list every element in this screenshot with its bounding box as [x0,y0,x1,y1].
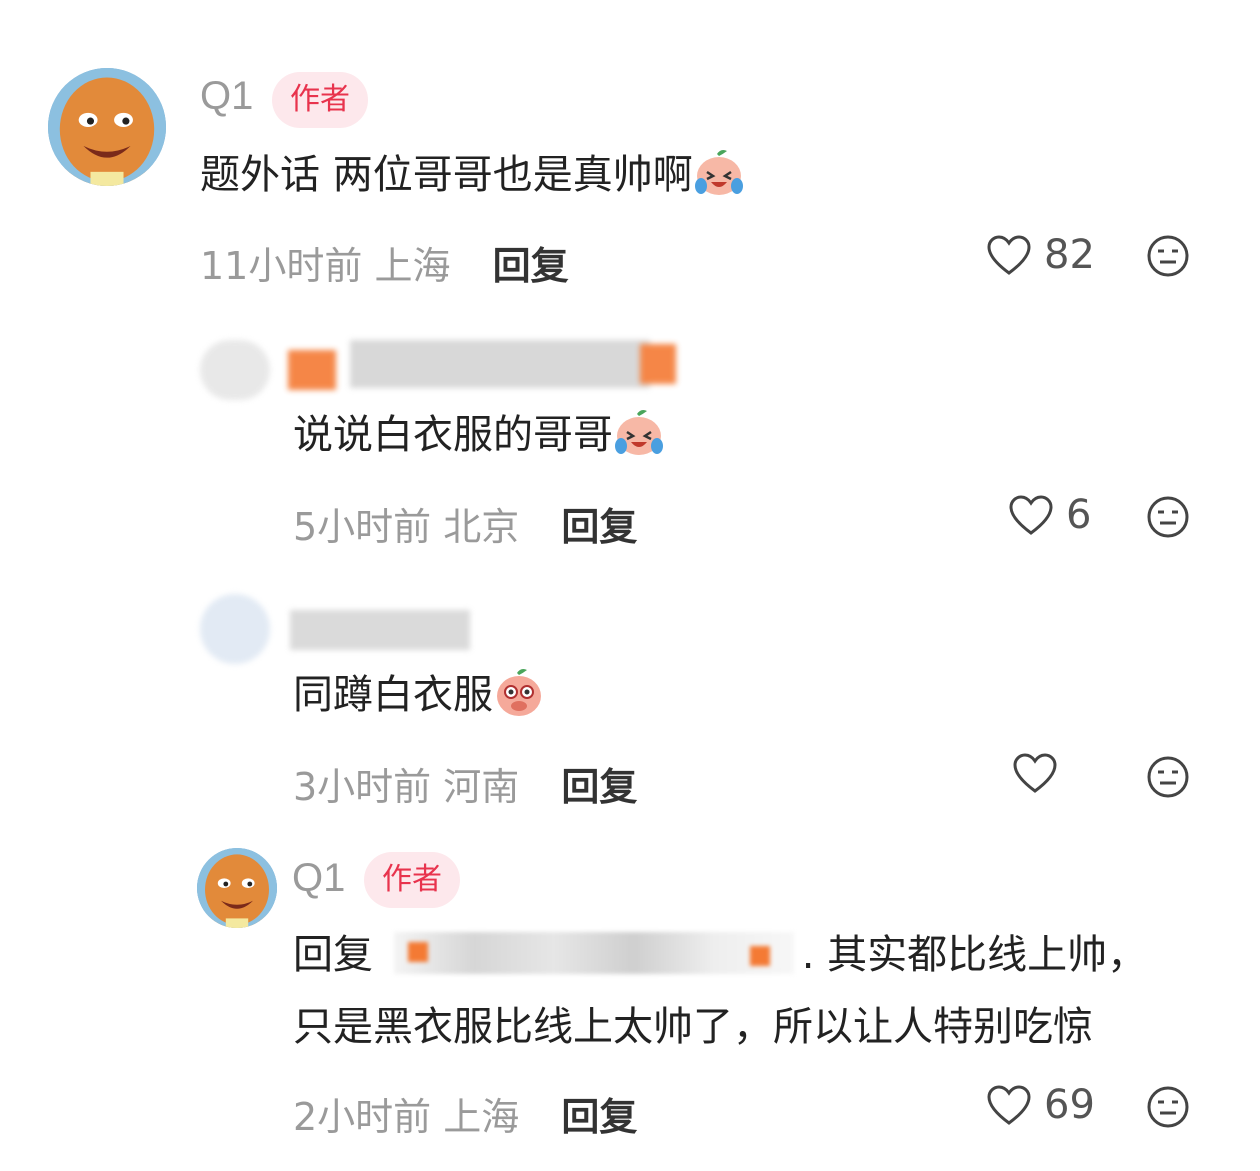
reply-button[interactable]: 回复 [493,244,569,288]
reply-item: 同蹲白衣服 3小时前 河南 回复 [0,560,1260,830]
blurred-username [200,330,690,400]
avatar[interactable] [197,848,277,928]
avatar-image [197,848,277,928]
comment-text-content: 题外话 两位哥哥也是真帅啊 [200,152,693,198]
neutral-face-icon[interactable] [1146,1085,1190,1129]
neutral-face-icon[interactable] [1146,495,1190,539]
reply-button[interactable]: 回复 [561,765,637,809]
reply-time: 3小时前 [293,765,432,809]
like-button[interactable] [1012,752,1070,794]
author-badge: 作者 [272,72,368,128]
reply-button[interactable]: 回复 [561,505,637,549]
reply-time: 5小时前 [293,505,432,549]
like-button[interactable]: 6 [1008,492,1091,538]
reply-meta: 3小时前 河南 回复 [293,756,637,811]
reply-location: 北京 [443,505,520,549]
reply-location: 河南 [443,765,520,809]
like-button[interactable]: 82 [986,232,1095,278]
reply-meta: 5小时前 北京 回复 [293,496,637,551]
heart-outline-icon [1013,753,1057,793]
reply-item: 说说白衣服的哥哥 5小时前 北京 回复 6 [0,300,1260,560]
reply-prefix: 回复 [293,932,373,978]
reply-time: 2小时前 [293,1095,432,1139]
like-count: 82 [1044,232,1095,278]
heart-outline-icon [987,235,1031,275]
neutral-face-icon[interactable] [1146,755,1190,799]
heart-outline-icon [1009,495,1053,535]
reply-item: Q1 作者 回复 . 其实都比线上帅， 只是黑衣服比线上太帅了，所以让人特别吃惊… [0,830,1260,1171]
author-name[interactable]: Q1 [200,74,253,119]
mention-user[interactable] [393,932,794,974]
reply-meta: 2小时前 上海 回复 [293,1086,637,1141]
like-button[interactable]: 69 [986,1082,1095,1128]
comment-meta: 11小时前 上海 回复 [200,235,569,290]
comment-item: Q1 作者 题外话 两位哥哥也是真帅啊 11小时前 上海 回复 82 [0,0,1260,300]
shy-peach-emoji [497,669,541,716]
reply-text-content: 说说白衣服的哥哥 [293,412,613,458]
reply-text-line2: 只是黑衣服比线上太帅了，所以让人特别吃惊 [293,1004,1093,1050]
reply-location: 上海 [443,1095,520,1139]
avatar[interactable] [48,68,166,186]
comment-location: 上海 [374,244,451,288]
heart-outline-icon [987,1085,1031,1125]
neutral-face-icon[interactable] [1146,234,1190,278]
reply-text: 回复 . 其实都比线上帅， [293,920,1147,990]
reply-text-content: 同蹲白衣服 [293,672,493,718]
blurred-username [200,588,500,664]
comment-time: 11小时前 [200,244,363,288]
reply-text: 同蹲白衣服 [293,660,545,730]
author-badge: 作者 [364,852,460,908]
comment-text: 题外话 两位哥哥也是真帅啊 [200,140,745,210]
like-count: 6 [1066,492,1092,538]
avatar-image [48,68,166,186]
laugh-cry-emoji [615,410,663,455]
reply-text-line1: . 其实都比线上帅， [801,932,1148,978]
reply-button[interactable]: 回复 [561,1095,637,1139]
author-name[interactable]: Q1 [292,856,345,901]
reply-text: 说说白衣服的哥哥 [293,400,665,470]
like-count: 69 [1044,1082,1095,1128]
laugh-cry-emoji [694,150,743,195]
